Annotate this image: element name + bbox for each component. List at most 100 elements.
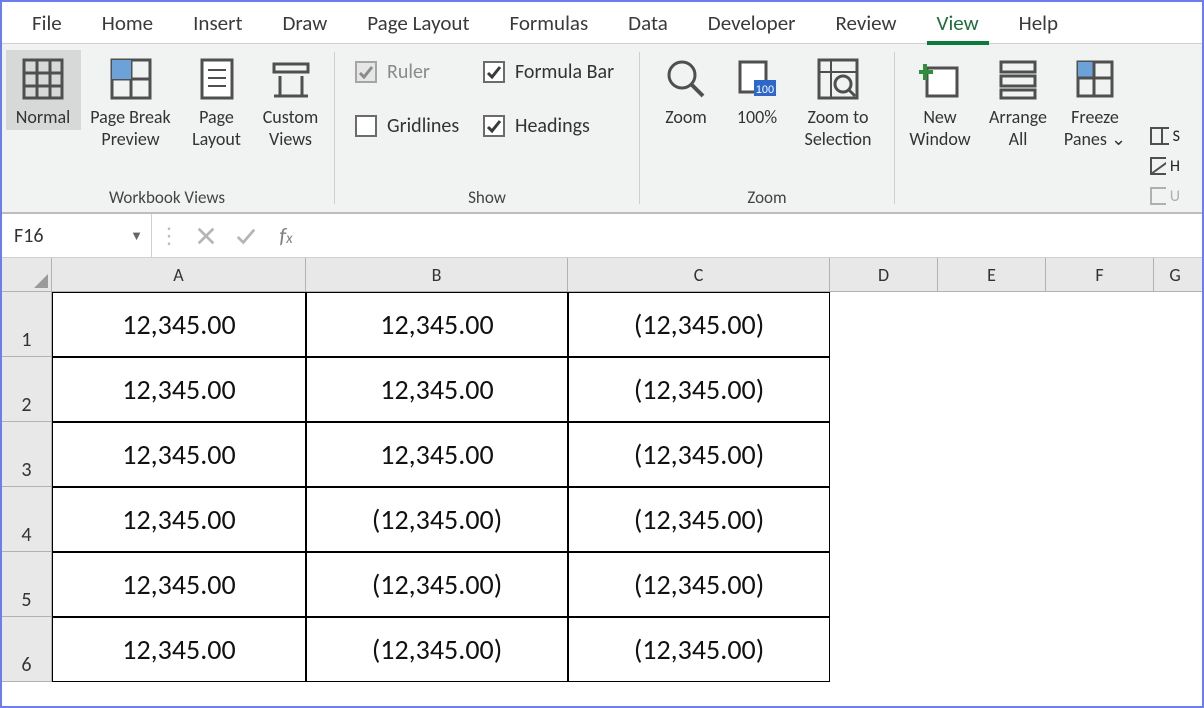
ruler-checkbox[interactable]: Ruler [355, 60, 463, 84]
row-header[interactable]: 5 [2, 552, 52, 617]
cell-B2[interactable]: 12,345.00 [306, 357, 568, 422]
tab-file[interactable]: File [12, 4, 82, 42]
checkbox-icon [483, 115, 505, 137]
row-header[interactable]: 1 [2, 292, 52, 357]
hide-button-partial[interactable]: H [1150, 156, 1180, 176]
col-header-f[interactable]: F [1046, 258, 1154, 291]
cell-G3[interactable] [1154, 422, 1196, 487]
cell-F6[interactable] [1046, 617, 1154, 682]
cell-G4[interactable] [1154, 487, 1196, 552]
cell-B3[interactable]: 12,345.00 [306, 422, 568, 487]
cell-A6[interactable]: 12,345.00 [52, 617, 306, 682]
freeze-panes-button[interactable]: * Freeze Panes ⌄ [1056, 50, 1134, 152]
cell-A2[interactable]: 12,345.00 [52, 357, 306, 422]
cell-B1[interactable]: 12,345.00 [306, 292, 568, 357]
cell-D2[interactable] [830, 357, 938, 422]
insert-function-button[interactable]: fx [266, 214, 306, 257]
cell-F5[interactable] [1046, 552, 1154, 617]
formula-bar-checkbox[interactable]: Formula Bar [483, 60, 614, 84]
cell-E6[interactable] [938, 617, 1046, 682]
new-window-label: New Window [902, 106, 978, 150]
cell-F2[interactable] [1046, 357, 1154, 422]
cell-C6[interactable]: (12,345.00) [568, 617, 830, 682]
col-header-g[interactable]: G [1154, 258, 1196, 291]
tab-draw[interactable]: Draw [262, 4, 347, 42]
tab-view[interactable]: View [917, 4, 999, 42]
unhide-button-partial[interactable]: U [1150, 186, 1180, 206]
cell-G6[interactable] [1154, 617, 1196, 682]
row-header[interactable]: 6 [2, 617, 52, 682]
col-header-c[interactable]: C [568, 258, 830, 291]
page-layout-button[interactable]: Page Layout [181, 50, 253, 152]
split-label-partial: S [1173, 127, 1180, 146]
cell-D5[interactable] [830, 552, 938, 617]
tab-insert[interactable]: Insert [173, 4, 262, 42]
tab-page-layout[interactable]: Page Layout [347, 4, 489, 42]
select-all-corner[interactable] [2, 258, 52, 291]
name-box[interactable]: F16 ▼ [2, 214, 152, 257]
zoom-to-selection-button[interactable]: Zoom to Selection [792, 50, 884, 152]
col-header-d[interactable]: D [830, 258, 938, 291]
arrange-all-button[interactable]: Arrange All [980, 50, 1056, 152]
cell-A3[interactable]: 12,345.00 [52, 422, 306, 487]
zoom-100-button[interactable]: 100 100% [722, 50, 792, 130]
cell-F1[interactable] [1046, 292, 1154, 357]
cell-E5[interactable] [938, 552, 1046, 617]
cell-D6[interactable] [830, 617, 938, 682]
new-window-button[interactable]: New Window [900, 50, 980, 152]
col-header-b[interactable]: B [306, 258, 568, 291]
cancel-formula-button[interactable] [186, 214, 226, 257]
cell-G2[interactable] [1154, 357, 1196, 422]
enter-formula-button[interactable] [226, 214, 266, 257]
cell-D3[interactable] [830, 422, 938, 487]
row-header[interactable]: 2 [2, 357, 52, 422]
cell-A1[interactable]: 12,345.00 [52, 292, 306, 357]
cell-B5[interactable]: (12,345.00) [306, 552, 568, 617]
row-header[interactable]: 4 [2, 487, 52, 552]
tab-developer[interactable]: Developer [688, 4, 816, 42]
cell-D1[interactable] [830, 292, 938, 357]
cell-C4[interactable]: (12,345.00) [568, 487, 830, 552]
checkbox-icon [483, 61, 505, 83]
cell-C3[interactable]: (12,345.00) [568, 422, 830, 487]
normal-view-button[interactable]: Normal [6, 50, 81, 130]
tab-home[interactable]: Home [82, 4, 173, 42]
cell-G1[interactable] [1154, 292, 1196, 357]
gridlines-checkbox[interactable]: Gridlines [355, 114, 463, 138]
cell-C1[interactable]: (12,345.00) [568, 292, 830, 357]
cell-G5[interactable] [1154, 552, 1196, 617]
cell-E3[interactable] [938, 422, 1046, 487]
cell-B4[interactable]: (12,345.00) [306, 487, 568, 552]
freeze-panes-label: Freeze Panes ⌄ [1058, 106, 1132, 150]
spreadsheet-grid: A B C D E F G 112,345.0012,345.00(12,345… [2, 258, 1202, 682]
zoom-100-icon: 100 [736, 58, 778, 100]
formula-input[interactable] [306, 214, 1202, 257]
cell-C2[interactable]: (12,345.00) [568, 357, 830, 422]
cell-E4[interactable] [938, 487, 1046, 552]
zoom-to-selection-icon [817, 58, 859, 100]
zoom-button[interactable]: Zoom [650, 50, 722, 130]
row-header[interactable]: 3 [2, 422, 52, 487]
cell-A5[interactable]: 12,345.00 [52, 552, 306, 617]
cell-F3[interactable] [1046, 422, 1154, 487]
custom-views-button[interactable]: Custom Views [253, 50, 329, 152]
cell-B6[interactable]: (12,345.00) [306, 617, 568, 682]
tab-review[interactable]: Review [816, 4, 917, 42]
col-header-a[interactable]: A [52, 258, 306, 291]
tab-help[interactable]: Help [999, 4, 1078, 42]
show-group-label: Show [345, 185, 629, 210]
cell-E1[interactable] [938, 292, 1046, 357]
col-header-e[interactable]: E [938, 258, 1046, 291]
tab-data[interactable]: Data [608, 4, 688, 42]
cell-C5[interactable]: (12,345.00) [568, 552, 830, 617]
page-break-preview-button[interactable]: Page Break Preview [81, 50, 181, 152]
split-button-partial[interactable]: S [1150, 126, 1180, 146]
cell-F4[interactable] [1046, 487, 1154, 552]
chevron-down-icon: ▼ [130, 228, 143, 244]
headings-checkbox[interactable]: Headings [483, 114, 614, 138]
gridlines-label: Gridlines [387, 114, 459, 138]
cell-E2[interactable] [938, 357, 1046, 422]
cell-D4[interactable] [830, 487, 938, 552]
cell-A4[interactable]: 12,345.00 [52, 487, 306, 552]
tab-formulas[interactable]: Formulas [490, 4, 609, 42]
